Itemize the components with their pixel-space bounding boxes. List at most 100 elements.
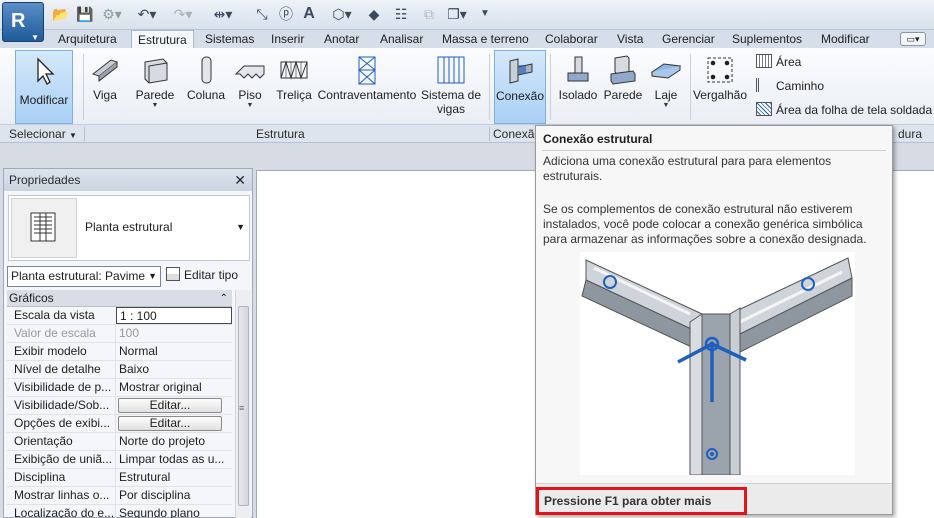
column-button[interactable]: Coluna [184, 50, 228, 124]
redo-icon[interactable]: ↷▾ [170, 5, 196, 23]
property-row[interactable]: Exibição de uniã... Limpar todas as u... [7, 451, 232, 469]
property-value-input[interactable]: 1 : 100 [116, 307, 232, 324]
chevron-down-icon: ▼ [236, 222, 245, 232]
truss-button[interactable]: Treliça [274, 50, 314, 124]
instance-selector[interactable]: Planta estrutural: Pavime ▼ [7, 266, 161, 287]
edit-type-button[interactable]: Editar tipo [166, 266, 238, 287]
property-key: Valor de escala [14, 326, 96, 340]
switch-windows-icon[interactable]: ❐▾ [444, 5, 470, 23]
tab-anotar[interactable]: Anotar [324, 30, 359, 48]
3d-view-icon[interactable]: ⬡▾ [330, 5, 354, 23]
property-key: Visibilidade/Sob... [14, 398, 110, 412]
tab-modificar[interactable]: Modificar [821, 30, 870, 48]
divider [489, 54, 490, 120]
tab-analisar[interactable]: Analisar [380, 30, 423, 48]
property-value[interactable]: Mostrar original [115, 379, 231, 397]
section-icon[interactable]: ◆ [366, 5, 382, 23]
property-row[interactable]: Visibilidade de p... Mostrar original [7, 379, 232, 397]
property-value[interactable]: Baixo [115, 361, 231, 379]
path-reinforcement-icon [756, 78, 772, 92]
path-reinforcement-button[interactable]: Caminho [756, 76, 824, 96]
beam-button[interactable]: Viga [88, 50, 122, 124]
properties-palette: Propriedades ✕ Planta estrutural ▼ Plant… [3, 168, 253, 518]
thin-lines-icon[interactable]: ☷ [392, 5, 410, 23]
beam-system-button[interactable]: Sistema de vigas [420, 50, 482, 124]
isolated-label: Isolado [558, 88, 598, 102]
close-icon[interactable]: ✕ [234, 169, 246, 191]
tab-arquitetura[interactable]: Arquitetura [58, 30, 117, 48]
connection-button[interactable]: Conexão [494, 50, 546, 124]
tab-gerenciar[interactable]: Gerenciar [662, 30, 715, 48]
floor-button[interactable]: Piso ▼ [233, 50, 267, 124]
property-row[interactable]: Opções de exibi... Editar... [7, 415, 232, 433]
property-value[interactable]: Norte do projeto [115, 433, 231, 451]
tab-sistemas[interactable]: Sistemas [205, 30, 254, 48]
wall-button[interactable]: Parede ▼ [134, 50, 176, 124]
dimension-icon[interactable]: ⤡ [254, 5, 270, 23]
save-icon[interactable]: 💾 [76, 5, 94, 23]
slab-button[interactable]: Laje ▼ [648, 50, 684, 124]
select-panel-label[interactable]: Selecionar ▼ [9, 125, 77, 143]
sync-icon[interactable]: ⚙▾ [100, 5, 124, 23]
property-value[interactable]: Segundo plano [115, 505, 231, 518]
edit-type-icon [166, 267, 180, 281]
type-selector[interactable]: Planta estrutural ▼ [8, 195, 250, 261]
properties-scrollbar[interactable]: ≡ [235, 290, 251, 518]
tooltip-title: Conexão estrutural [543, 132, 653, 146]
app-logo: R [11, 10, 26, 32]
edit-visibility-button[interactable]: Editar... [118, 398, 222, 413]
area-reinforcement-icon [756, 54, 772, 68]
chevron-down-icon: ▼ [69, 131, 77, 140]
property-row[interactable]: Disciplina Estrutural [7, 469, 232, 487]
wall-foundation-button[interactable]: Parede [602, 50, 644, 124]
application-menu-button[interactable]: R ▼ [2, 2, 44, 42]
ribbon-tabs: Arquitetura Estrutura Sistemas Inserir A… [0, 30, 934, 48]
divider [489, 127, 490, 141]
brace-label: Contraventamento [317, 88, 417, 102]
edit-display-options-button[interactable]: Editar... [118, 416, 222, 431]
tab-vista[interactable]: Vista [617, 30, 643, 48]
isolated-foundation-button[interactable]: Isolado [556, 50, 600, 124]
minimize-ribbon-icon[interactable]: ▭▾ [900, 32, 926, 46]
brace-button[interactable]: Contraventamento [316, 50, 418, 124]
property-value[interactable]: Por disciplina [115, 487, 231, 505]
property-value[interactable]: Estrutural [115, 469, 231, 487]
fabric-area-label: Área da folha de tela soldada [776, 103, 933, 117]
tooltip-note: Se os complementos de conexão estrutural… [543, 202, 867, 246]
tab-massa-e-terreno[interactable]: Massa e terreno [442, 30, 529, 48]
property-row[interactable]: Mostrar linhas o... Por disciplina [7, 487, 232, 505]
tag-icon[interactable]: ⓟ [278, 5, 294, 23]
text-icon[interactable]: A [301, 5, 317, 23]
property-row[interactable]: Escala da vista 1 : 100 [7, 307, 232, 325]
slab-label: Laje [654, 88, 678, 102]
property-value[interactable]: Limpar todas as u... [115, 451, 231, 469]
open-icon[interactable]: 📂 [52, 5, 70, 23]
property-row[interactable]: Visibilidade/Sob... Editar... [7, 397, 232, 415]
property-row[interactable]: Nível de detalhe Baixo [7, 361, 232, 379]
close-windows-icon[interactable]: ⧉ [420, 5, 438, 23]
tab-suplementos[interactable]: Suplementos [732, 30, 802, 48]
select-panel-text: Selecionar [9, 127, 66, 141]
property-row[interactable]: Localização do e... Segundo plano [7, 505, 232, 518]
measure-icon[interactable]: ⇹▾ [212, 5, 234, 23]
tab-estrutura[interactable]: Estrutura [131, 30, 194, 48]
customize-icon[interactable]: ▼ [478, 5, 492, 23]
path-label: Caminho [776, 79, 825, 93]
area-reinforcement-button[interactable]: Área [756, 52, 801, 72]
rebar-label: Vergalhão [692, 88, 748, 102]
instance-selector-value: Planta estrutural: Pavime [11, 269, 146, 283]
tab-colaborar[interactable]: Colaborar [545, 30, 598, 48]
property-row[interactable]: Exibir modelo Normal [7, 343, 232, 361]
tooltip-description: Adiciona uma conexão estrutural para par… [543, 154, 832, 183]
group-header-graphics[interactable]: Gráficos ⌃ [7, 290, 232, 307]
modify-button[interactable]: Modificar [15, 50, 73, 124]
property-row[interactable]: Orientação Norte do projeto [7, 433, 232, 451]
property-value[interactable]: Normal [115, 343, 231, 361]
property-value: 100 [115, 325, 231, 343]
undo-icon[interactable]: ↶▾ [134, 5, 160, 23]
tab-inserir[interactable]: Inserir [271, 30, 304, 48]
rebar-button[interactable]: Vergalhão [692, 50, 748, 124]
isolated-foundation-icon [567, 56, 589, 82]
beam-icon [91, 59, 119, 83]
fabric-area-button[interactable]: Área da folha de tela soldada [756, 100, 932, 120]
